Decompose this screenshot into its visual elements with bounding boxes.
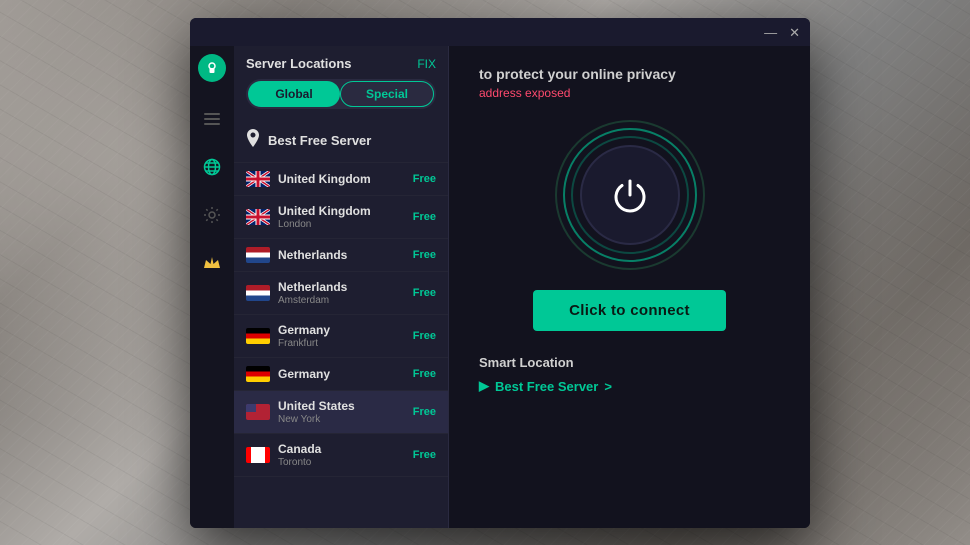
de1-sub: Frankfurt <box>278 338 405 349</box>
flag-de1 <box>246 328 270 344</box>
smart-location-section: Smart Location ▶ Best Free Server > <box>469 355 790 394</box>
title-bar: — ✕ <box>190 18 810 46</box>
nl2-name: Netherlands <box>278 280 405 294</box>
de1-badge: Free <box>413 330 436 342</box>
server-item-ca1[interactable]: Canada Toronto Free <box>234 434 448 477</box>
de1-name: Germany <box>278 323 405 337</box>
nl2-badge: Free <box>413 287 436 299</box>
main-content: Server Locations FIX Global Special Best… <box>190 46 810 528</box>
privacy-prefix: to protect your online privacy <box>479 66 676 82</box>
flag-nl2 <box>246 285 270 301</box>
us1-info: United States New York <box>278 399 405 425</box>
crown-icon[interactable] <box>197 248 227 278</box>
us1-sub: New York <box>278 414 405 425</box>
connect-button[interactable]: Click to connect <box>533 290 726 331</box>
nl1-name: Netherlands <box>278 248 405 262</box>
flag-us1 <box>246 404 270 420</box>
uk2-name: United Kingdom <box>278 204 405 218</box>
de2-info: Germany <box>278 367 405 381</box>
icon-sidebar <box>190 46 234 528</box>
privacy-text: to protect your online privacy <box>469 66 676 82</box>
ca1-sub: Toronto <box>278 457 405 468</box>
ca1-badge: Free <box>413 449 436 461</box>
server-panel: Server Locations FIX Global Special Best… <box>234 46 449 528</box>
title-bar-controls: — ✕ <box>764 26 800 39</box>
server-item-best[interactable]: Best Free Server <box>234 119 448 163</box>
flag-uk2 <box>246 209 270 225</box>
nl2-info: Netherlands Amsterdam <box>278 280 405 306</box>
right-panel: to protect your online privacy address e… <box>449 46 810 528</box>
uk1-badge: Free <box>413 173 436 185</box>
uk1-name: United Kingdom <box>278 172 405 186</box>
flag-nl1 <box>246 247 270 263</box>
settings-icon[interactable] <box>197 200 227 230</box>
best-server-info: Best Free Server <box>268 133 436 148</box>
tab-global[interactable]: Global <box>248 81 340 107</box>
smart-location-label: Smart Location <box>479 355 790 370</box>
de2-name: Germany <box>278 367 405 381</box>
uk2-badge: Free <box>413 211 436 223</box>
flag-ca1 <box>246 447 270 463</box>
server-item-nl2[interactable]: Netherlands Amsterdam Free <box>234 272 448 315</box>
hamburger-menu-icon[interactable] <box>197 104 227 134</box>
de1-info: Germany Frankfurt <box>278 323 405 349</box>
server-item-de1[interactable]: Germany Frankfurt Free <box>234 315 448 358</box>
server-panel-title: Server Locations <box>246 56 352 71</box>
flag-de2 <box>246 366 270 382</box>
ip-exposed-badge: exposed <box>525 86 570 100</box>
minimize-button[interactable]: — <box>764 26 777 39</box>
server-item-uk1[interactable]: United Kingdom Free <box>234 163 448 196</box>
flag-uk1 <box>246 171 270 187</box>
smart-location-dot: ▶ <box>479 378 489 394</box>
uk1-info: United Kingdom <box>278 172 405 186</box>
server-list[interactable]: Best Free Server <box>234 119 448 528</box>
server-panel-header: Server Locations FIX <box>234 46 448 79</box>
best-server-name: Best Free Server <box>268 133 436 148</box>
power-button[interactable] <box>580 145 680 245</box>
app-window: — ✕ <box>190 18 810 528</box>
nl1-info: Netherlands <box>278 248 405 262</box>
nl2-sub: Amsterdam <box>278 295 405 306</box>
smart-location-arrow: > <box>604 379 612 394</box>
smart-location-server: Best Free Server <box>495 379 598 394</box>
us1-badge: Free <box>413 406 436 418</box>
ca1-name: Canada <box>278 442 405 456</box>
app-logo <box>198 54 226 82</box>
globe-icon[interactable] <box>197 152 227 182</box>
ip-status-text: address exposed <box>469 86 570 100</box>
location-pin-icon <box>246 129 260 152</box>
de2-badge: Free <box>413 368 436 380</box>
server-item-nl1[interactable]: Netherlands Free <box>234 239 448 272</box>
nl1-badge: Free <box>413 249 436 261</box>
tab-row: Global Special <box>246 79 436 109</box>
server-item-de2[interactable]: Germany Free <box>234 358 448 391</box>
power-circle <box>555 120 705 270</box>
us1-name: United States <box>278 399 405 413</box>
uk2-sub: London <box>278 219 405 230</box>
tab-special[interactable]: Special <box>340 81 434 107</box>
server-item-us1[interactable]: United States New York Free <box>234 391 448 434</box>
close-button[interactable]: ✕ <box>789 26 800 39</box>
fix-link[interactable]: FIX <box>417 57 436 71</box>
ca1-info: Canada Toronto <box>278 442 405 468</box>
uk2-info: United Kingdom London <box>278 204 405 230</box>
server-item-uk2[interactable]: United Kingdom London Free <box>234 196 448 239</box>
smart-location-value[interactable]: ▶ Best Free Server > <box>479 378 790 394</box>
